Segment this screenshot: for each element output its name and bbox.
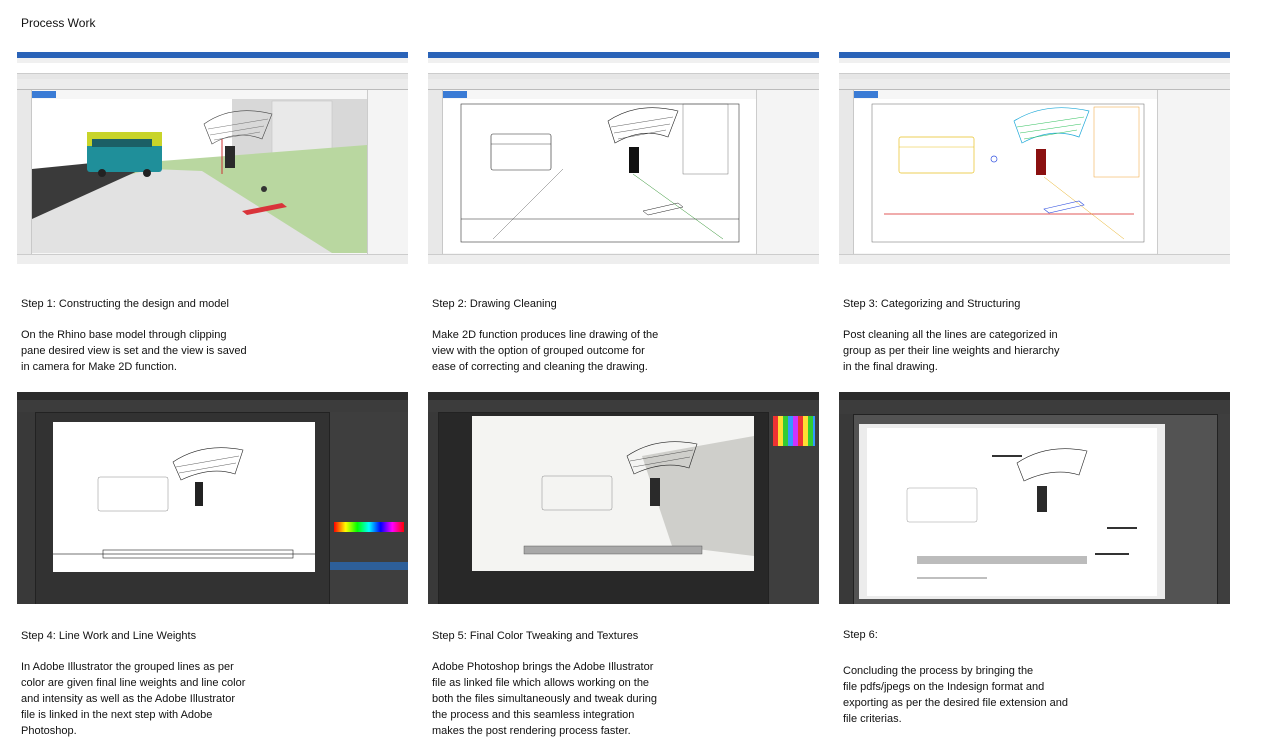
menu-bar — [17, 392, 408, 400]
tools-panel — [17, 412, 36, 604]
menu-bar — [428, 392, 819, 400]
screenshot-rhino-model — [17, 52, 408, 264]
step-caption: Step 4: Line Work and Line Weights In Ad… — [21, 613, 321, 755]
layer-row-selected — [330, 562, 408, 570]
right-panel-icons — [1217, 414, 1230, 604]
screenshot-illustrator — [17, 392, 408, 604]
layers-panel — [768, 412, 819, 604]
viewport-render — [32, 99, 367, 253]
page-content — [867, 428, 1157, 596]
step-body: Adobe Photoshop brings the Adobe Illustr… — [432, 661, 658, 737]
viewport-tab — [32, 91, 56, 98]
screenshot-rhino-make2d — [428, 52, 819, 264]
step-body: Make 2D function produces line drawing o… — [432, 329, 659, 373]
viewport-linework — [443, 99, 756, 253]
properties-panel — [367, 90, 408, 255]
menu-bar — [839, 392, 1230, 400]
toolbar — [17, 79, 408, 90]
artwork-rendered — [523, 436, 754, 556]
toolbar — [428, 79, 819, 90]
step-caption: Step 2: Drawing Cleaning Make 2D functio… — [432, 281, 732, 392]
toolbar — [839, 79, 1230, 90]
options-bar — [428, 400, 819, 413]
layers-panel — [329, 412, 408, 604]
viewport-categorized — [854, 99, 1157, 253]
layout-artwork — [906, 448, 1137, 579]
viewport-tab — [443, 91, 467, 98]
step-body: On the Rhino base model through clipping… — [21, 329, 247, 373]
step-body: In Adobe Illustrator the grouped lines a… — [21, 661, 246, 737]
color-spectrum — [334, 522, 404, 532]
status-bar — [428, 254, 819, 264]
step-heading: Step 2: Drawing Cleaning — [432, 297, 557, 310]
step-heading: Step 4: Line Work and Line Weights — [21, 629, 197, 642]
step-heading: Step 1: Constructing the design and mode… — [21, 297, 229, 310]
step-body: Concluding the process by bringing the f… — [843, 665, 1069, 725]
screenshot-photoshop — [428, 392, 819, 604]
artwork-linework — [53, 447, 315, 559]
properties-panel — [1157, 90, 1230, 255]
properties-panel — [756, 90, 819, 255]
page-title: Process Work — [21, 16, 96, 30]
command-area — [839, 63, 1230, 74]
step-body: Post cleaning all the lines are categori… — [843, 329, 1060, 373]
swatches-panel — [773, 416, 815, 446]
screenshot-indesign — [839, 392, 1230, 604]
step-heading: Step 3: Categorizing and Structuring — [843, 297, 1021, 310]
canvas — [472, 416, 754, 571]
step-caption: Step 3: Categorizing and Structuring Pos… — [843, 281, 1143, 392]
tools-panel — [839, 414, 854, 604]
control-panel — [839, 400, 1230, 415]
step-caption: Step 5: Final Color Tweaking and Texture… — [432, 613, 732, 755]
side-toolbar — [428, 90, 443, 255]
command-area — [428, 63, 819, 74]
document-page — [859, 424, 1165, 599]
side-toolbar — [839, 90, 854, 255]
artboard — [53, 422, 315, 572]
status-bar — [839, 254, 1230, 264]
screenshot-rhino-categorized — [839, 52, 1230, 264]
tools-panel — [428, 412, 439, 604]
step-caption: Step 6: Concluding the process by bringi… — [843, 612, 1143, 743]
viewport-tab — [854, 91, 878, 98]
command-area — [17, 63, 408, 74]
status-bar — [17, 254, 408, 264]
side-toolbar — [17, 90, 32, 255]
step-heading: Step 5: Final Color Tweaking and Texture… — [432, 629, 639, 642]
step-caption: Step 1: Constructing the design and mode… — [21, 281, 321, 392]
step-heading: Step 6: — [843, 628, 878, 641]
